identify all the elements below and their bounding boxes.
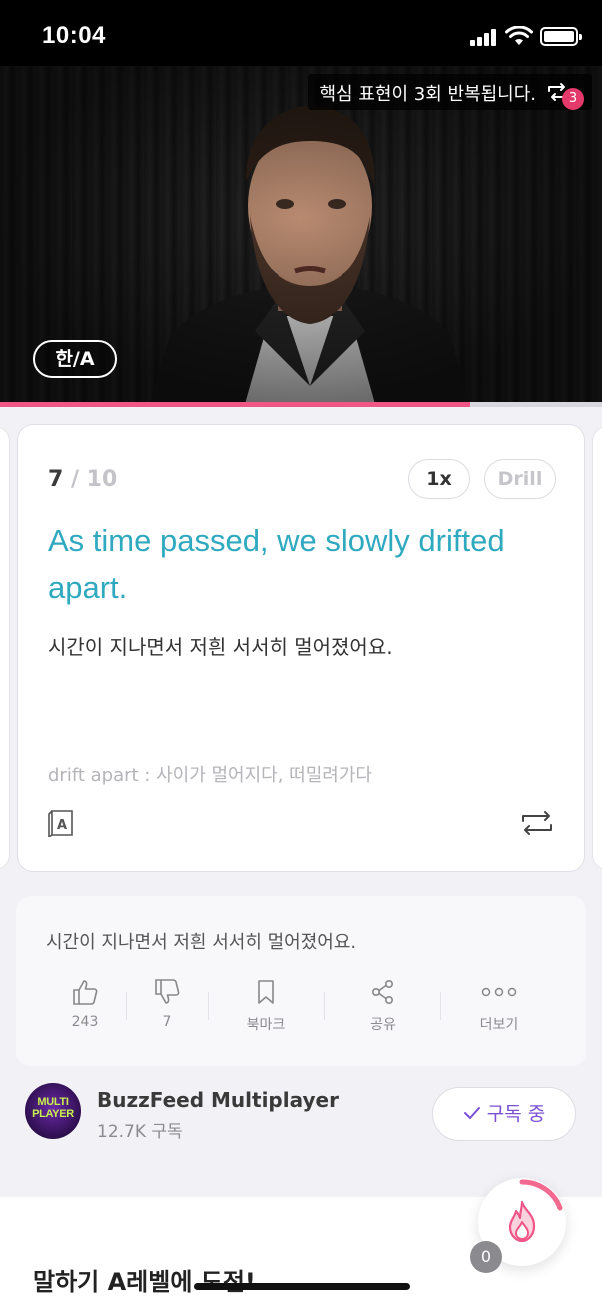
check-icon <box>463 1107 480 1119</box>
share-icon <box>371 979 393 1004</box>
fire-icon <box>508 1200 536 1243</box>
counter-total: 10 <box>86 467 118 492</box>
status-bar: 10:04 <box>0 0 602 66</box>
sentence-korean: 시간이 지나면서 저흰 서서히 멀어졌어요. <box>48 635 393 659</box>
bookmark-button[interactable]: 북마크 <box>221 978 311 1034</box>
repeat-banner-text: 핵심 표현이 3회 반복됩니다. <box>319 84 537 105</box>
wifi-icon <box>505 26 533 45</box>
sentence-card: 7 / 10 1x Drill As time passed, we slowl… <box>17 424 585 872</box>
avatar-text-line-2: PLAYER <box>32 1108 74 1120</box>
sentence-english: As time passed, we slowly drifted apart. <box>48 523 505 605</box>
counter-separator: / <box>63 467 87 492</box>
channel-name[interactable]: BuzzFeed Multiplayer <box>97 1088 339 1112</box>
subscribe-button[interactable]: 구독 중 <box>432 1087 576 1141</box>
counter-current: 7 <box>48 467 64 492</box>
sentence-counter: 7 / 10 <box>48 467 117 492</box>
video-player[interactable]: 핵심 표현이 3회 반복됩니다. 3 한/A <box>0 66 602 404</box>
section-title: 말하기 A레벨에 도전! <box>33 1268 256 1296</box>
share-button[interactable]: 공유 <box>338 978 428 1034</box>
actions-caption: 시간이 지나면서 저흰 서서히 멀어졌어요. <box>46 932 357 953</box>
video-progress-fill <box>0 402 470 407</box>
next-card-peek[interactable] <box>592 426 602 870</box>
like-button[interactable]: 243 <box>40 978 130 1030</box>
subscribe-button-label: 구독 중 <box>486 1103 546 1125</box>
repeat-banner: 핵심 표현이 3회 반복됩니다. 3 <box>307 74 592 110</box>
more-button[interactable]: 더보기 <box>454 978 544 1034</box>
thumbs-up-icon <box>73 980 98 1005</box>
thumbs-down-icon <box>155 979 180 1004</box>
bookmark-label: 북마크 <box>246 1017 286 1033</box>
dislike-button[interactable]: 7 <box>122 978 212 1030</box>
signal-icon <box>470 28 498 46</box>
channel-avatar[interactable]: MULTI PLAYER <box>25 1083 81 1139</box>
actions-panel: 시간이 지나면서 저흰 서서히 멀어졌어요. 243 7 북마크 공유 더보기 <box>16 896 586 1066</box>
like-count: 243 <box>71 1014 99 1030</box>
fire-count-badge: 0 <box>470 1241 502 1273</box>
more-icon <box>481 987 517 997</box>
channel-subscriber-count: 12.7K 구독 <box>97 1122 183 1142</box>
playback-speed-button[interactable]: 1x <box>408 459 470 499</box>
battery-icon <box>540 27 582 46</box>
share-label: 공유 <box>370 1017 396 1033</box>
more-label: 더보기 <box>479 1017 519 1033</box>
bookmark-icon <box>258 980 274 1004</box>
loop-icon[interactable] <box>520 809 554 837</box>
drill-button[interactable]: Drill <box>484 459 556 499</box>
vocabulary-note: drift apart : 사이가 멀어지다, 떠밀려가다 <box>48 765 372 786</box>
video-progress-bar[interactable] <box>0 402 602 407</box>
status-time: 10:04 <box>42 22 106 49</box>
home-indicator[interactable] <box>194 1283 410 1290</box>
dictionary-icon[interactable]: A <box>48 809 76 837</box>
repeat-count-badge: 3 <box>562 88 584 110</box>
previous-card-peek[interactable] <box>0 426 10 870</box>
dictionary-icon-letter: A <box>57 818 67 833</box>
channel-avatar-logo: MULTI PLAYER <box>25 1096 81 1120</box>
avatar-text-line-1: MULTI <box>37 1096 69 1108</box>
language-toggle-button[interactable]: 한/A <box>33 340 117 378</box>
dislike-count: 7 <box>162 1014 172 1030</box>
